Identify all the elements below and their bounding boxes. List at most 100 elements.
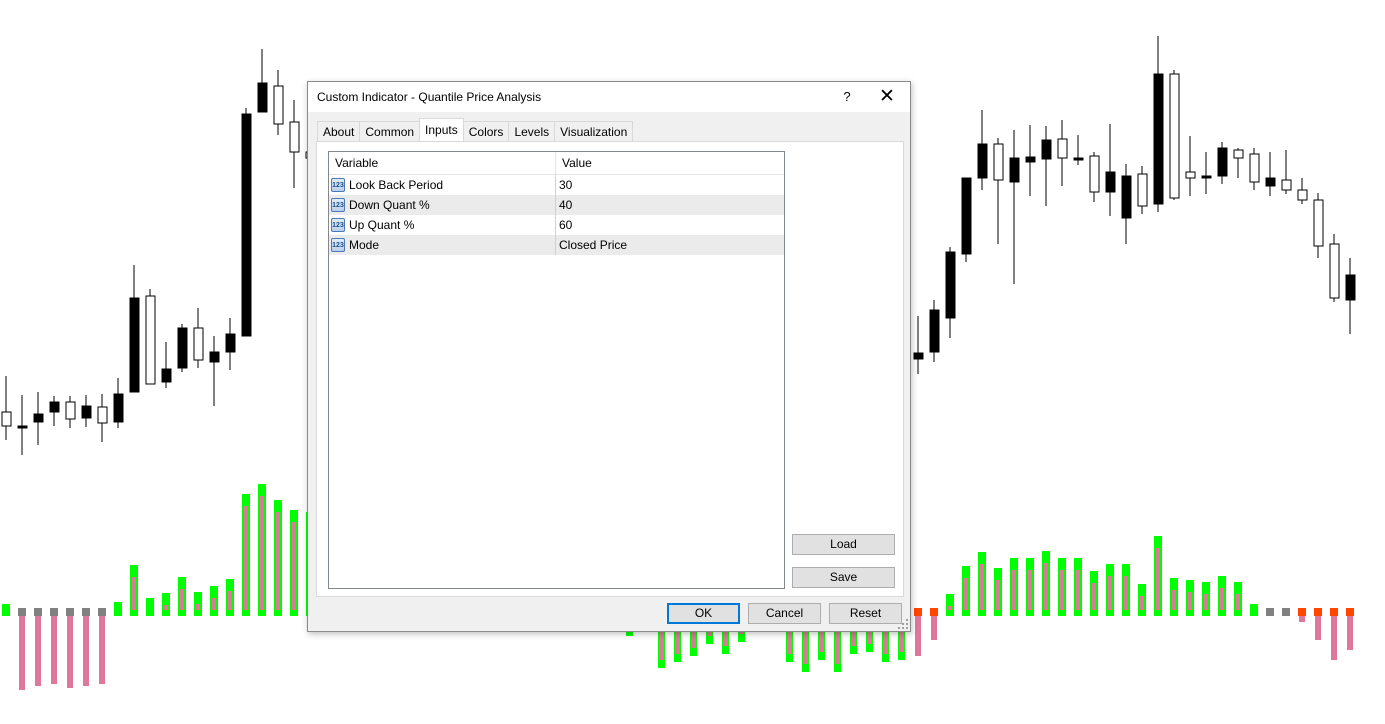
candle-body bbox=[145, 295, 156, 385]
candle-body bbox=[1089, 155, 1100, 193]
table-row[interactable]: 123 Up Quant % 60 bbox=[329, 215, 784, 235]
value-cell[interactable]: 30 bbox=[556, 175, 784, 195]
candle-body bbox=[1009, 157, 1020, 183]
histogram-bar bbox=[1250, 604, 1258, 616]
inputs-grid: Variable Value 123 Look Back Period 30 1… bbox=[328, 151, 785, 589]
table-row[interactable]: 123 Mode Closed Price bbox=[329, 235, 784, 255]
candle-body bbox=[1297, 189, 1308, 201]
histogram-inner-bar bbox=[180, 589, 184, 610]
candle-body bbox=[1201, 175, 1212, 179]
candle-body bbox=[257, 82, 268, 113]
close-icon[interactable]: ✕ bbox=[864, 82, 910, 112]
number-icon: 123 bbox=[331, 218, 345, 232]
dialog-title: Custom Indicator - Quantile Price Analys… bbox=[317, 90, 542, 104]
candle-body bbox=[1137, 173, 1148, 207]
histogram-inner-bar bbox=[1220, 588, 1224, 610]
histogram-bar bbox=[51, 616, 57, 684]
variable-label: Mode bbox=[349, 238, 380, 252]
histogram-inner-bar bbox=[276, 512, 280, 610]
candle-body bbox=[929, 309, 940, 353]
value-cell[interactable]: 60 bbox=[556, 215, 784, 235]
histogram-cap bbox=[1346, 608, 1354, 616]
candle-body bbox=[1, 411, 12, 427]
histogram-bar bbox=[19, 616, 25, 690]
candle-body bbox=[1105, 171, 1116, 193]
candle-body bbox=[1313, 199, 1324, 247]
candle-body bbox=[49, 401, 60, 413]
candle-body bbox=[193, 327, 204, 361]
inputs-panel: Variable Value 123 Look Back Period 30 1… bbox=[316, 141, 904, 597]
histogram-cap bbox=[82, 608, 90, 616]
candle-body bbox=[977, 143, 988, 179]
candle-body bbox=[993, 143, 1004, 181]
histogram-inner-bar bbox=[1188, 592, 1192, 610]
histogram-bar bbox=[162, 593, 170, 616]
histogram-bar bbox=[35, 616, 41, 686]
tab-about[interactable]: About bbox=[317, 121, 361, 141]
histogram-bar bbox=[83, 616, 89, 686]
value-cell[interactable]: Closed Price bbox=[556, 235, 784, 255]
histogram-bar bbox=[1331, 616, 1337, 660]
histogram-cap bbox=[1330, 608, 1338, 616]
load-button[interactable]: Load bbox=[792, 534, 895, 555]
table-row[interactable]: 123 Look Back Period 30 bbox=[329, 175, 784, 195]
tab-levels[interactable]: Levels bbox=[508, 121, 556, 141]
variable-label: Look Back Period bbox=[349, 178, 444, 192]
candle-body bbox=[17, 425, 28, 429]
cancel-button[interactable]: Cancel bbox=[748, 603, 821, 624]
tab-visualization[interactable]: Visualization bbox=[554, 121, 634, 141]
candle-body bbox=[1281, 179, 1292, 191]
histogram-cap bbox=[1314, 608, 1322, 616]
histogram-inner-bar bbox=[196, 604, 200, 610]
candle-body bbox=[81, 405, 92, 419]
histogram-inner-bar bbox=[1204, 594, 1208, 610]
histogram-bar bbox=[146, 598, 154, 616]
histogram-inner-bar bbox=[1124, 576, 1128, 610]
candle-body bbox=[1153, 73, 1164, 205]
histogram-bar bbox=[99, 616, 105, 684]
histogram-inner-bar bbox=[260, 496, 264, 610]
number-icon: 123 bbox=[331, 178, 345, 192]
histogram-inner-bar bbox=[1092, 583, 1096, 610]
variable-cell: 123 Down Quant % bbox=[329, 195, 556, 215]
column-header-value[interactable]: Value bbox=[556, 152, 784, 174]
histogram-cap bbox=[98, 608, 106, 616]
histogram-inner-bar bbox=[228, 591, 232, 610]
histogram-cap bbox=[34, 608, 42, 616]
tab-colors[interactable]: Colors bbox=[462, 121, 510, 141]
histogram-cap bbox=[1282, 608, 1290, 616]
candle-body bbox=[945, 251, 956, 319]
save-button[interactable]: Save bbox=[792, 567, 895, 588]
candle-body bbox=[161, 368, 172, 383]
tab-inputs[interactable]: Inputs bbox=[419, 118, 464, 141]
histogram-cap bbox=[1298, 608, 1306, 616]
histogram-inner-bar bbox=[1236, 594, 1240, 610]
histogram-bar bbox=[1299, 616, 1305, 622]
variable-cell: 123 Up Quant % bbox=[329, 215, 556, 235]
candle-body bbox=[1121, 175, 1132, 219]
candle-body bbox=[289, 121, 300, 153]
histogram-inner-bar bbox=[1076, 570, 1080, 610]
table-row[interactable]: 123 Down Quant % 40 bbox=[329, 195, 784, 215]
tab-common[interactable]: Common bbox=[359, 121, 421, 141]
candle-body bbox=[1041, 139, 1052, 160]
dialog-titlebar[interactable]: Custom Indicator - Quantile Price Analys… bbox=[308, 82, 910, 112]
grid-header: Variable Value bbox=[329, 152, 784, 175]
histogram-inner-bar bbox=[1044, 563, 1048, 610]
histogram-inner-bar bbox=[292, 522, 296, 610]
candle-body bbox=[241, 113, 252, 337]
histogram-inner-bar bbox=[948, 606, 952, 610]
value-cell[interactable]: 40 bbox=[556, 195, 784, 215]
histogram-bar bbox=[946, 594, 954, 616]
resize-grip-icon[interactable] bbox=[898, 619, 908, 629]
candle-body bbox=[1249, 153, 1260, 183]
reset-button[interactable]: Reset bbox=[829, 603, 902, 624]
histogram-inner-bar bbox=[1172, 590, 1176, 610]
candle-body bbox=[177, 327, 188, 369]
variable-label: Up Quant % bbox=[349, 218, 415, 232]
candle-body bbox=[1169, 73, 1180, 199]
ok-button[interactable]: OK bbox=[667, 603, 740, 624]
histogram-inner-bar bbox=[132, 577, 136, 610]
column-header-variable[interactable]: Variable bbox=[329, 152, 556, 174]
histogram-cap bbox=[1266, 608, 1274, 616]
